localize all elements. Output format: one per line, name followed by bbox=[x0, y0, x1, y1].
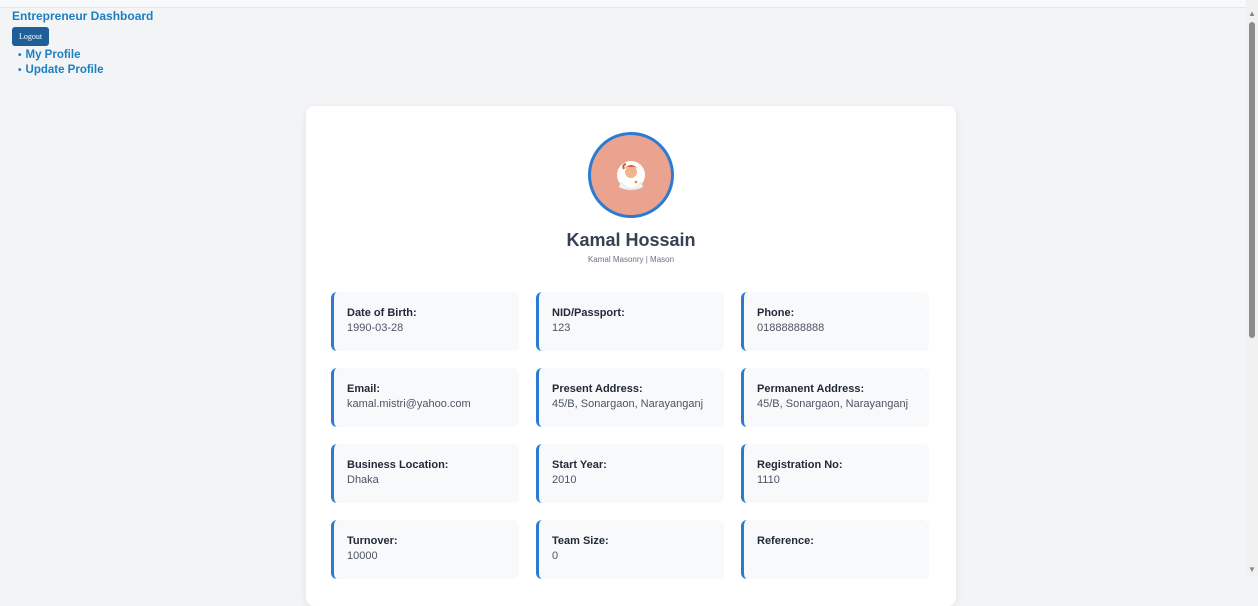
field-value: 0 bbox=[552, 550, 559, 562]
avatar bbox=[588, 132, 674, 218]
dashboard-nav: Entrepreneur Dashboard Logout • My Profil… bbox=[12, 9, 153, 78]
menu-item-my-profile: • My Profile bbox=[18, 48, 153, 63]
nav-menu: • My Profile • Update Profile bbox=[12, 48, 153, 78]
page-scrollbar[interactable]: ▲ ▼ bbox=[1246, 0, 1258, 576]
field-label: Reference: bbox=[757, 535, 814, 547]
field-label: Date of Birth: bbox=[347, 307, 417, 319]
profile-card: Kamal Hossain Kamal Masonry | Mason Date… bbox=[306, 106, 956, 606]
field-label: Turnover: bbox=[347, 535, 398, 547]
field-phone: Phone: 01888888888 bbox=[741, 292, 929, 351]
field-value: 45/B, Sonargaon, Narayanganj bbox=[757, 398, 909, 410]
field-label: Team Size: bbox=[552, 535, 609, 547]
scrollbar-thumb[interactable] bbox=[1249, 22, 1255, 338]
field-label: Permanent Address: bbox=[757, 383, 865, 395]
my-profile-link[interactable]: My Profile bbox=[26, 49, 81, 61]
bullet-icon: • bbox=[18, 50, 22, 61]
field-registration-no: Registration No: 1110 bbox=[741, 444, 929, 503]
field-value: 2010 bbox=[552, 474, 577, 486]
bullet-icon: • bbox=[18, 65, 22, 76]
field-value: 01888888888 bbox=[757, 322, 825, 334]
field-reference: Reference: bbox=[741, 520, 929, 579]
field-team-size: Team Size: 0 bbox=[536, 520, 724, 579]
field-date-of-birth: Date of Birth: 1990-03-28 bbox=[331, 292, 519, 351]
field-value: Dhaka bbox=[347, 474, 379, 486]
brand-link[interactable]: Entrepreneur Dashboard bbox=[12, 9, 153, 23]
field-value: 10000 bbox=[347, 550, 378, 562]
field-email: Email: kamal.mistri@yahoo.com bbox=[331, 368, 519, 427]
scroll-up-arrow-icon[interactable]: ▲ bbox=[1246, 8, 1258, 20]
field-value: 45/B, Sonargaon, Narayanganj bbox=[552, 398, 704, 410]
profile-subtitle: Kamal Masonry | Mason bbox=[587, 255, 675, 264]
user-avatar-icon bbox=[617, 161, 645, 191]
field-label: Phone: bbox=[757, 307, 795, 319]
field-label: Start Year: bbox=[552, 459, 607, 471]
field-label: Email: bbox=[347, 383, 381, 395]
field-value: 123 bbox=[552, 322, 571, 334]
field-turnover: Turnover: 10000 bbox=[331, 520, 519, 579]
field-present-address: Present Address: 45/B, Sonargaon, Naraya… bbox=[536, 368, 724, 427]
field-value: 1990-03-28 bbox=[347, 322, 404, 334]
field-value: kamal.mistri@yahoo.com bbox=[347, 398, 471, 410]
field-label: NID/Passport: bbox=[552, 307, 625, 319]
field-value: 1110 bbox=[757, 474, 780, 486]
field-start-year: Start Year: 2010 bbox=[536, 444, 724, 503]
scroll-down-arrow-icon[interactable]: ▼ bbox=[1246, 564, 1258, 576]
logout-button[interactable]: Logout bbox=[12, 27, 50, 46]
menu-item-update-profile: • Update Profile bbox=[18, 63, 153, 78]
field-permanent-address: Permanent Address: 45/B, Sonargaon, Nara… bbox=[741, 368, 929, 427]
field-label: Registration No: bbox=[757, 459, 843, 471]
field-nid-passport: NID/Passport: 123 bbox=[536, 292, 724, 351]
profile-fields-grid: Date of Birth: 1990-03-28 NID/Passport: … bbox=[331, 292, 929, 579]
top-bar bbox=[0, 0, 1246, 8]
field-label: Business Location: bbox=[347, 459, 449, 471]
field-business-location: Business Location: Dhaka bbox=[331, 444, 519, 503]
update-profile-link[interactable]: Update Profile bbox=[26, 64, 104, 76]
field-label: Present Address: bbox=[552, 383, 643, 395]
profile-name: Kamal Hossain bbox=[566, 230, 696, 250]
